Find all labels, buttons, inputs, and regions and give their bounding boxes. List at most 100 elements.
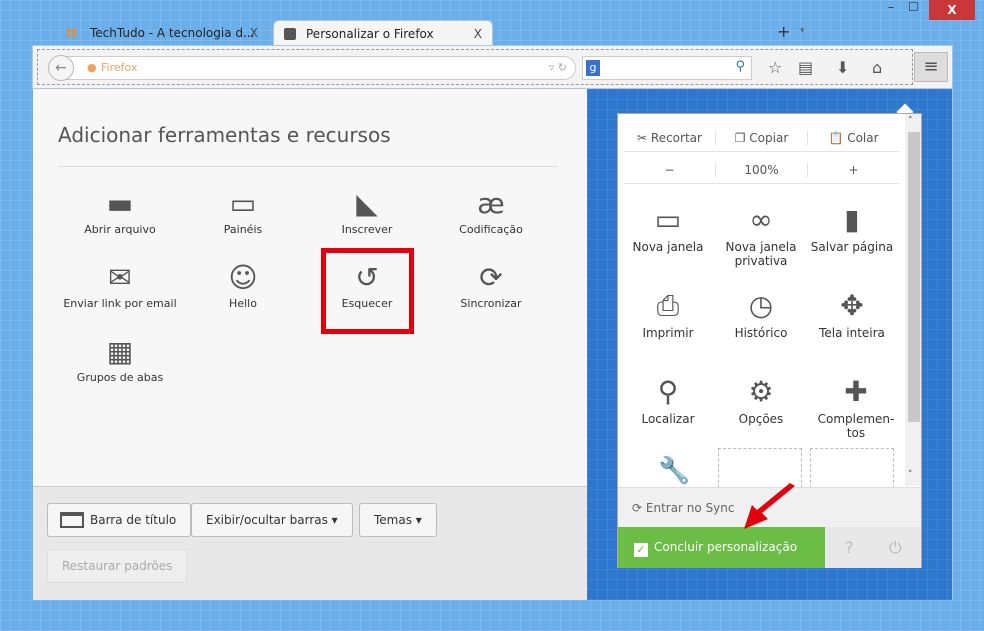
item-label: Nova janela privativa [725, 240, 797, 268]
tab-techtudo[interactable]: tt TechTudo - A tecnologia d... X [58, 20, 268, 46]
hello-icon: ☺ [228, 261, 258, 294]
tab-label: Personalizar o Firefox [306, 27, 434, 41]
magnifier-icon: ⚲ [657, 375, 679, 408]
item-label: Salvar página [810, 240, 894, 254]
menu-item-addons[interactable]: ✚ Complemen-tos [806, 372, 906, 440]
close-tab-icon[interactable]: X [474, 21, 482, 47]
back-button[interactable]: ← [48, 55, 74, 81]
button-label: Concluir personalização [654, 540, 798, 554]
techtudo-favicon-icon: tt [66, 26, 78, 40]
button-label: Entrar no Sync [645, 501, 735, 515]
item-label: Enviar link por email [63, 297, 177, 310]
palette-title: Adicionar ferramentas e recursos [58, 123, 391, 147]
menu-item-save-page[interactable]: ▮ Salvar página [806, 200, 898, 254]
item-label: Abrir arquivo [84, 223, 156, 236]
customizable-toolbar-area: ● Firefox ▿ ↻ ← g ⚲ ☆ ▤ ⬇ ⌂ [37, 49, 913, 85]
encoding-icon: æ [477, 187, 505, 220]
palette-item-open-file[interactable]: ▬ Abrir arquivo [58, 185, 182, 236]
exit-customization-button[interactable]: ✓ Concluir personalização [618, 527, 825, 568]
palette-item-hello[interactable]: ☺ Hello [181, 259, 305, 310]
zoom-reset-button[interactable]: 100% [715, 162, 807, 177]
printer-icon: ⎙ [656, 289, 680, 322]
copy-icon: ❐ [734, 130, 750, 145]
divider [58, 166, 558, 167]
palette-item-email-link[interactable]: ✉ Enviar link por email [58, 259, 182, 310]
customize-favicon-icon [284, 28, 296, 40]
red-arrow-annotation [744, 483, 795, 529]
clock-icon: ◷ [748, 289, 774, 322]
scissors-icon: ✂ [637, 130, 651, 145]
empty-slot [718, 448, 802, 488]
item-label: Painéis [223, 223, 263, 236]
edit-controls: ✂ Recortar ❐ Copiar 📋 Colar [624, 124, 899, 152]
menu-item-history[interactable]: ◷ Histórico [715, 286, 807, 340]
item-label: Nova janela [632, 240, 704, 254]
tab-list-icon[interactable]: ▾ [800, 26, 805, 36]
reload-icon[interactable]: ▿ ↻ [549, 57, 567, 79]
palette-item-encoding[interactable]: æ Codificação [429, 185, 553, 236]
tab-customize[interactable]: Personalizar o Firefox X [273, 20, 493, 46]
cut-button[interactable]: ✂ Recortar [624, 131, 715, 145]
search-bar[interactable]: g ⚲ [582, 56, 752, 80]
menu-item-private-window[interactable]: ∞ Nova janela privativa [715, 200, 807, 268]
paste-button[interactable]: 📋 Colar [807, 130, 899, 145]
downloads-icon[interactable]: ⬇ [836, 58, 849, 77]
zoom-in-button[interactable]: + [807, 162, 899, 177]
google-icon[interactable]: g [586, 60, 600, 76]
toolbars-button[interactable]: Exibir/ocultar barras ▾ [191, 503, 353, 537]
panel-scrollbar[interactable]: ˄ ˅ [905, 114, 921, 486]
page-icon: ▮ [844, 203, 860, 236]
menu-item-new-window[interactable]: ▭ Nova janela [622, 200, 714, 254]
item-label: Grupos de abas [76, 371, 164, 384]
minimize-button[interactable]: – [888, 0, 894, 20]
nav-toolbar: ● Firefox ▿ ↻ ← g ⚲ ☆ ▤ ⬇ ⌂ ≡ [32, 45, 953, 89]
title-bar-button[interactable]: Barra de título [47, 503, 192, 537]
item-label: Tela inteira [819, 326, 885, 340]
close-window-button[interactable]: X [929, 0, 975, 20]
palette-item-sync[interactable]: ⟳ Sincronizar [429, 259, 553, 310]
url-bar[interactable]: ● Firefox ▿ ↻ [50, 56, 576, 80]
item-label: Sincronizar [460, 297, 522, 310]
maximize-button[interactable]: ☐ [908, 0, 919, 20]
search-icon[interactable]: ⚲ [735, 59, 745, 74]
wrench-icon[interactable]: 🔧 [658, 456, 690, 486]
scroll-up-icon[interactable]: ˄ [908, 116, 913, 126]
new-tab-button[interactable]: + [777, 22, 790, 41]
menu-item-print[interactable]: ⎙ Imprimir [622, 286, 714, 340]
palette-item-tab-groups[interactable]: ▦ Grupos de abas [58, 333, 182, 384]
empty-slot [810, 448, 894, 488]
scroll-down-icon[interactable]: ˅ [908, 470, 913, 480]
item-label: Hello [229, 297, 257, 310]
rss-icon: ◣ [356, 187, 378, 220]
bookmark-star-icon[interactable]: ☆ [768, 58, 782, 77]
tab-groups-icon: ▦ [106, 335, 134, 368]
checkbox-icon: ✓ [634, 543, 648, 557]
help-icon[interactable]: ? [845, 527, 854, 568]
copy-button[interactable]: ❐ Copiar [715, 130, 807, 145]
button-label: Copiar [749, 130, 789, 145]
firefox-identity-icon: ● [87, 61, 97, 74]
close-tab-icon[interactable]: X [250, 20, 258, 46]
palette-item-sidebar[interactable]: ▭ Painéis [181, 185, 305, 236]
menu-button[interactable]: ≡ [914, 52, 948, 82]
home-icon[interactable]: ⌂ [872, 58, 882, 77]
mask-icon: ∞ [749, 203, 773, 236]
button-label: Recortar [650, 130, 702, 145]
menu-item-options[interactable]: ⚙ Opções [715, 372, 807, 426]
menu-item-find[interactable]: ⚲ Localizar [622, 372, 714, 426]
menu-item-fullscreen[interactable]: ✥ Tela inteira [806, 286, 898, 340]
panel-footer-buttons: ? ⏻ [825, 527, 921, 568]
bookmarks-menu-icon[interactable]: ▤ [798, 58, 813, 77]
themes-button[interactable]: Temas ▾ [359, 503, 437, 537]
restore-defaults-button[interactable]: Restaurar padrões [47, 549, 188, 583]
customize-footer: Barra de título Exibir/ocultar barras ▾ … [33, 486, 587, 600]
fullscreen-icon: ✥ [840, 289, 864, 322]
highlight-box [321, 248, 414, 334]
button-label: Barra de título [90, 513, 177, 527]
zoom-out-button[interactable]: − [624, 163, 715, 177]
palette-item-subscribe[interactable]: ◣ Inscrever [305, 185, 429, 236]
scrollbar-thumb[interactable] [908, 132, 920, 422]
power-icon[interactable]: ⏻ [889, 527, 902, 568]
clipboard-icon: 📋 [828, 130, 848, 145]
item-label: Histórico [734, 326, 788, 340]
